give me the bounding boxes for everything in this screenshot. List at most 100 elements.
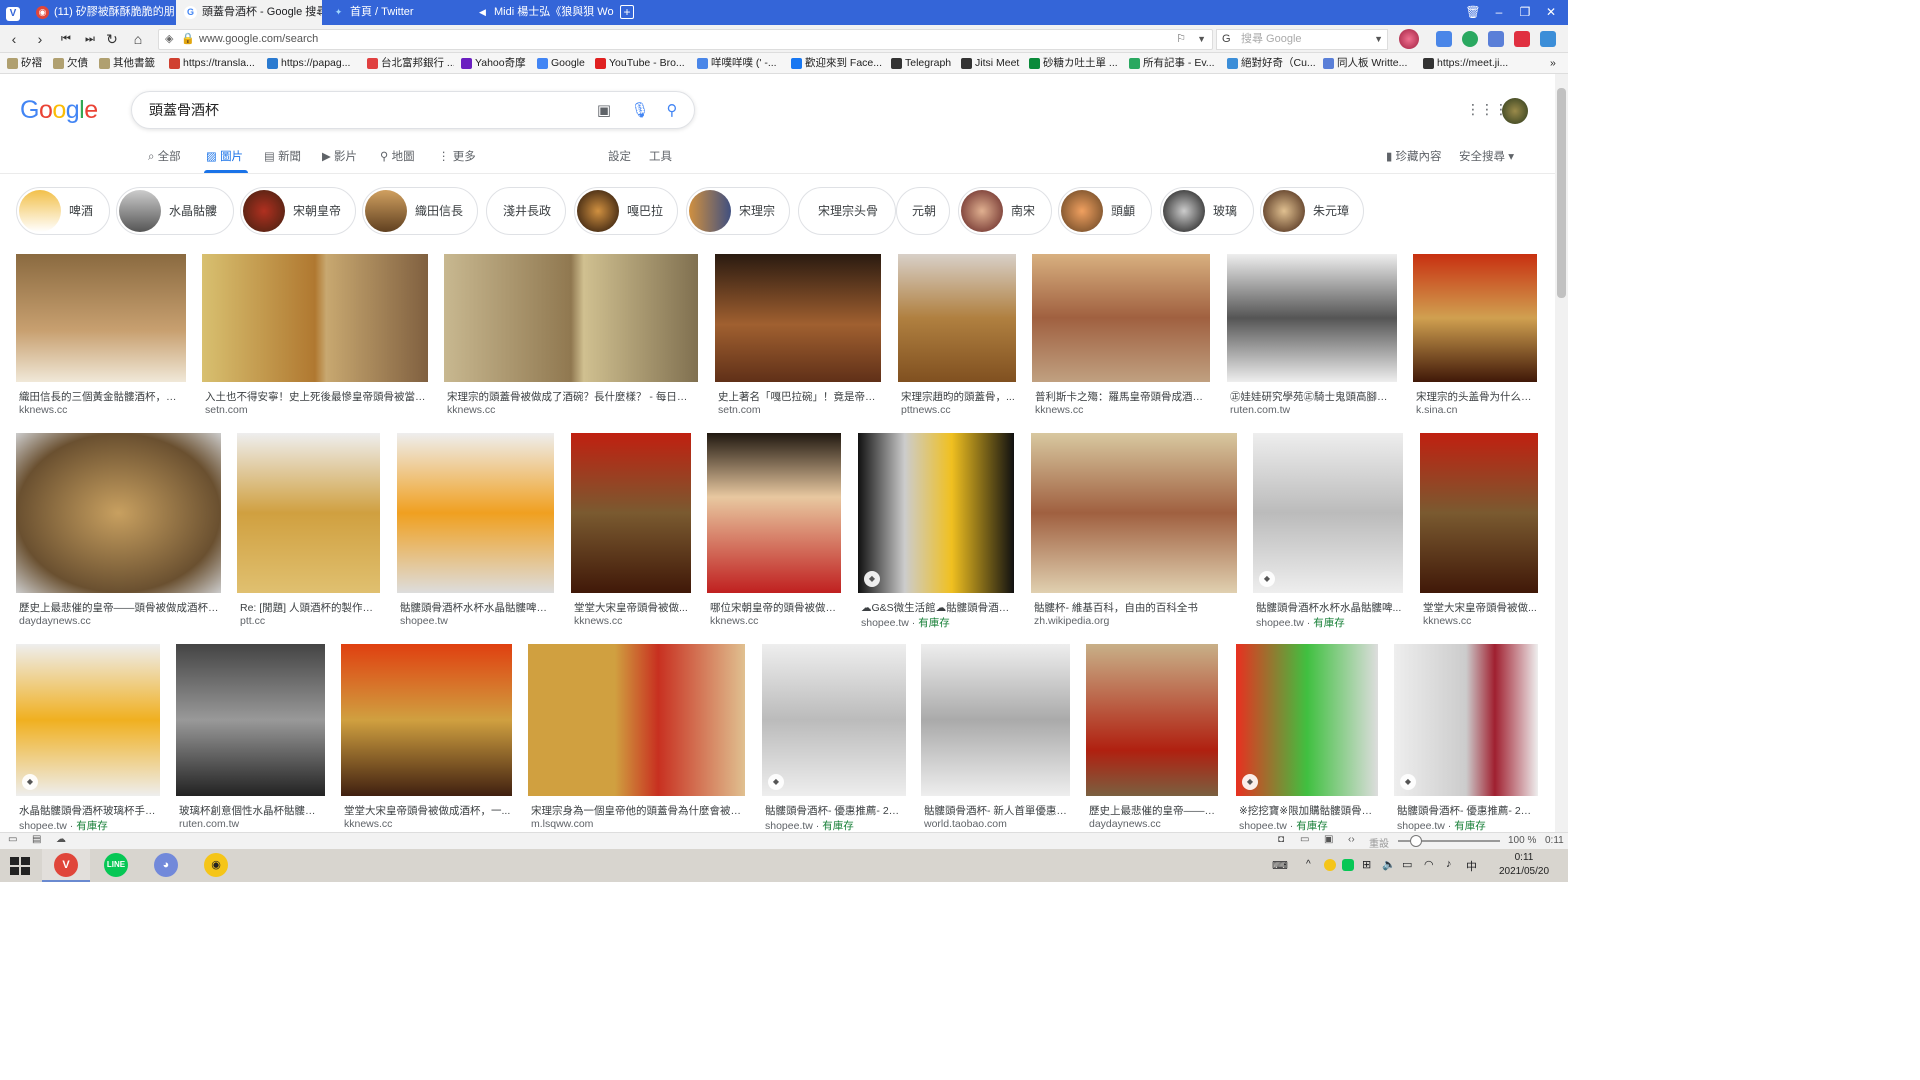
collections-link[interactable]: ▮ 珍藏內容 xyxy=(1386,148,1442,164)
related-search-chip[interactable]: 頭顱 xyxy=(1058,187,1152,235)
result-caption[interactable]: 宋理宗的头盖骨为什么被... xyxy=(1416,389,1536,404)
related-search-chip[interactable]: 水晶骷髏 xyxy=(116,187,234,235)
bookmark-item[interactable]: 歡迎來到 Face... xyxy=(790,53,884,74)
bookmark-item[interactable]: 矽褶 xyxy=(6,53,46,74)
result-thumbnail[interactable] xyxy=(1227,254,1397,382)
image-result[interactable]: 宋理宗的頭蓋骨被做成了酒碗？長什麼樣？ - 每日頭條 kknews.cc xyxy=(444,254,698,422)
taskbar-line[interactable]: LINE xyxy=(92,849,140,882)
bookmark-item[interactable]: YouTube - Bro... xyxy=(594,53,690,74)
image-result[interactable]: ◆ 骷髏頭骨酒杯- 優惠推薦- 202... shopee.tw · 有庫存 xyxy=(762,644,906,832)
image-result[interactable]: ◆ ※挖挖寶※限加購骷髏頭骨酒... shopee.tw · 有庫存 xyxy=(1236,644,1378,832)
related-search-chip[interactable]: 嘎巴拉 xyxy=(574,187,678,235)
image-result[interactable]: 骷髏頭骨酒杯水杯水晶骷髏啤酒... shopee.tw xyxy=(397,433,554,633)
bookmark-item[interactable]: Google xyxy=(536,53,588,74)
image-result[interactable]: 歷史上最悲催的皇帝——頭骨被做成酒杯近... daydaynews.cc xyxy=(16,433,221,633)
bookmark-item[interactable]: https://papag... xyxy=(266,53,360,74)
result-caption[interactable]: 骷髏頭骨酒杯- 新人首單優惠推... xyxy=(924,803,1069,818)
camera-icon[interactable]: ▣ xyxy=(594,101,614,121)
bookmark-item[interactable]: 所有記事 - Ev... xyxy=(1128,53,1220,74)
tab-images[interactable]: ▨ 圖片 xyxy=(206,148,243,164)
scrollbar[interactable] xyxy=(1555,74,1568,832)
result-caption[interactable]: 史上著名「嘎巴拉碗」！竟是帝王... xyxy=(718,389,880,404)
bookmark-item[interactable]: Telegraph xyxy=(890,53,954,74)
search-input[interactable]: 頭蓋骨酒杯 ▣ 🎙 ⚲ xyxy=(131,91,695,129)
image-result[interactable]: 骷髏杯- 維基百科，自由的百科全书 zh.wikipedia.org xyxy=(1031,433,1237,633)
result-thumbnail[interactable] xyxy=(1031,433,1237,593)
image-result[interactable]: ◆ 骷髏頭骨酒杯水杯水晶骷髏啤... shopee.tw · 有庫存 xyxy=(1253,433,1403,633)
related-search-chip[interactable]: 織田信長 xyxy=(362,187,478,235)
tray-network-icon[interactable]: ⊞ xyxy=(1362,858,1371,871)
result-caption[interactable]: 織田信長的三個黃金骷髏酒杯，到... xyxy=(19,389,185,404)
image-result[interactable]: ㊣娃娃研究學苑㊣騎士鬼頭高腳杯... ruten.com.tw xyxy=(1227,254,1397,422)
tab-news[interactable]: ▤ 新聞 xyxy=(264,148,301,164)
result-thumbnail[interactable] xyxy=(528,644,745,796)
bookmark-item[interactable]: 台北富邦銀行 ... xyxy=(366,53,454,74)
extension-red-icon[interactable] xyxy=(1514,31,1530,47)
result-thumbnail[interactable] xyxy=(16,644,160,796)
result-caption[interactable]: 骷髏頭骨酒杯水杯水晶骷髏啤酒... xyxy=(400,600,553,615)
bookmark-item[interactable]: 同人板 Writte... xyxy=(1322,53,1416,74)
account-avatar[interactable] xyxy=(1502,98,1528,124)
related-search-chip[interactable]: 啤酒 xyxy=(16,187,110,235)
related-search-chip[interactable]: 玻璃 xyxy=(1160,187,1254,235)
result-caption[interactable]: 骷髏頭骨酒杯- 優惠推薦- 202... xyxy=(765,803,905,818)
result-thumbnail[interactable] xyxy=(762,644,906,796)
result-caption[interactable]: ☁G&S微生活館☁骷髏頭骨酒杯... xyxy=(861,600,1013,615)
taskbar-discord[interactable]: ◕ xyxy=(142,849,190,882)
bookmark-item[interactable]: Jitsi Meet xyxy=(960,53,1022,74)
tab-more[interactable]: ⋮ 更多 xyxy=(438,148,476,164)
result-caption[interactable]: 歷史上最悲催的皇帝——頭骨被做成酒杯近... xyxy=(19,600,220,615)
image-result[interactable]: 宋理宗的头盖骨为什么被... k.sina.cn xyxy=(1413,254,1537,422)
tab-videos[interactable]: ▶ 影片 xyxy=(322,148,357,164)
image-icon[interactable]: ▣ xyxy=(1324,834,1333,845)
image-result[interactable]: 宋理宗趙昀的頭蓋骨，... pttnews.cc xyxy=(898,254,1016,422)
zoom-reset-button[interactable]: 重設 xyxy=(1369,835,1389,850)
close-icon[interactable]: ✕ xyxy=(1538,0,1564,25)
image-result[interactable]: 堂堂大宋皇帝頭骨被做... kknews.cc xyxy=(571,433,691,633)
result-thumbnail[interactable] xyxy=(16,254,186,382)
url-field[interactable]: ◈ 🔒 www.google.com/search ⚐ ▼ xyxy=(158,29,1213,50)
trash-icon[interactable]: 🗑 xyxy=(1460,0,1486,25)
image-result[interactable]: 骷髏頭骨酒杯- 新人首單優惠推... world.taobao.com xyxy=(921,644,1070,832)
result-caption[interactable]: 普利斯卡之殤：羅馬皇帝頭骨成酒杯-... xyxy=(1035,389,1209,404)
related-search-chip[interactable]: 南宋 xyxy=(958,187,1052,235)
bookmark-icon[interactable]: ⚐ xyxy=(1176,30,1186,49)
tray-chevron-icon[interactable]: ^ xyxy=(1306,859,1311,870)
tab-1[interactable]: ◉ (11) 矽膠被酥酥脆脆的朋友 xyxy=(28,0,174,25)
result-caption[interactable]: 宋理宗的頭蓋骨被做成了酒碗？長什麼樣？ - 每日頭條 xyxy=(447,389,697,404)
tab-4[interactable]: ◀ Midi 楊士弘《狼與狽 Wolf xyxy=(468,0,614,25)
result-thumbnail[interactable] xyxy=(1086,644,1218,796)
home-icon[interactable]: ⌂ xyxy=(128,29,148,49)
extension-evernote-icon[interactable] xyxy=(1462,31,1478,47)
tab-2[interactable]: G 頭蓋骨酒杯 - Google 搜尋 xyxy=(176,0,322,25)
apps-grid-icon[interactable]: ⋮⋮⋮ xyxy=(1466,101,1508,119)
tab-all[interactable]: ⌕ 全部 xyxy=(148,148,181,164)
tray-volume-icon[interactable]: 🔈 xyxy=(1382,858,1396,871)
bookmark-item[interactable]: https://meet.ji... xyxy=(1422,53,1544,74)
microphone-icon[interactable]: 🎙 xyxy=(630,101,650,121)
result-caption[interactable]: 哪位宋朝皇帝的頭骨被做成... xyxy=(710,600,840,615)
tab-maps[interactable]: ⚲ 地圖 xyxy=(380,148,415,164)
result-caption[interactable]: 骷髏頭骨酒杯水杯水晶骷髏啤... xyxy=(1256,600,1402,615)
bookmark-item[interactable]: 砂糖カ吐土單 ... xyxy=(1028,53,1122,74)
start-button[interactable] xyxy=(0,849,40,882)
keyboard-icon[interactable]: ⌨ xyxy=(1272,859,1288,872)
result-caption[interactable]: 宋理宗趙昀的頭蓋骨，... xyxy=(901,389,1015,404)
image-result[interactable]: 玻璃杯創意個性水晶杯骷髏頭... ruten.com.tw xyxy=(176,644,325,832)
settings-link[interactable]: 設定 xyxy=(608,148,631,164)
related-search-chip[interactable]: 朱元璋 xyxy=(1260,187,1364,235)
result-caption[interactable]: ㊣娃娃研究學苑㊣騎士鬼頭高腳杯... xyxy=(1230,389,1396,404)
extension-blue-icon[interactable] xyxy=(1540,31,1556,47)
bookmark-item[interactable]: https://transla... xyxy=(168,53,260,74)
image-result[interactable]: 哪位宋朝皇帝的頭骨被做成... kknews.cc xyxy=(707,433,841,633)
result-caption[interactable]: 堂堂大宋皇帝頭骨被做... xyxy=(574,600,690,615)
result-caption[interactable]: Re: [閒題] 人頭酒杯的製作方... xyxy=(240,600,379,615)
result-thumbnail[interactable] xyxy=(1253,433,1403,593)
result-caption[interactable]: 骷髏杯- 維基百科，自由的百科全书 xyxy=(1034,600,1236,615)
image-result[interactable]: ◆ 水晶骷髏頭骨酒杯玻璃杯手柄... shopee.tw · 有庫存 xyxy=(16,644,160,832)
bookmark-item[interactable]: 咩噗咩噗 (' -... xyxy=(696,53,784,74)
back-icon[interactable]: ‹ xyxy=(4,29,24,49)
safe-search-link[interactable]: 安全搜尋 ▾ xyxy=(1459,148,1514,164)
result-caption[interactable]: 入土也不得安寧！史上死後最慘皇帝頭骨被當酒... xyxy=(205,389,427,404)
panel-toggle-icon[interactable]: ▭ xyxy=(8,834,17,845)
